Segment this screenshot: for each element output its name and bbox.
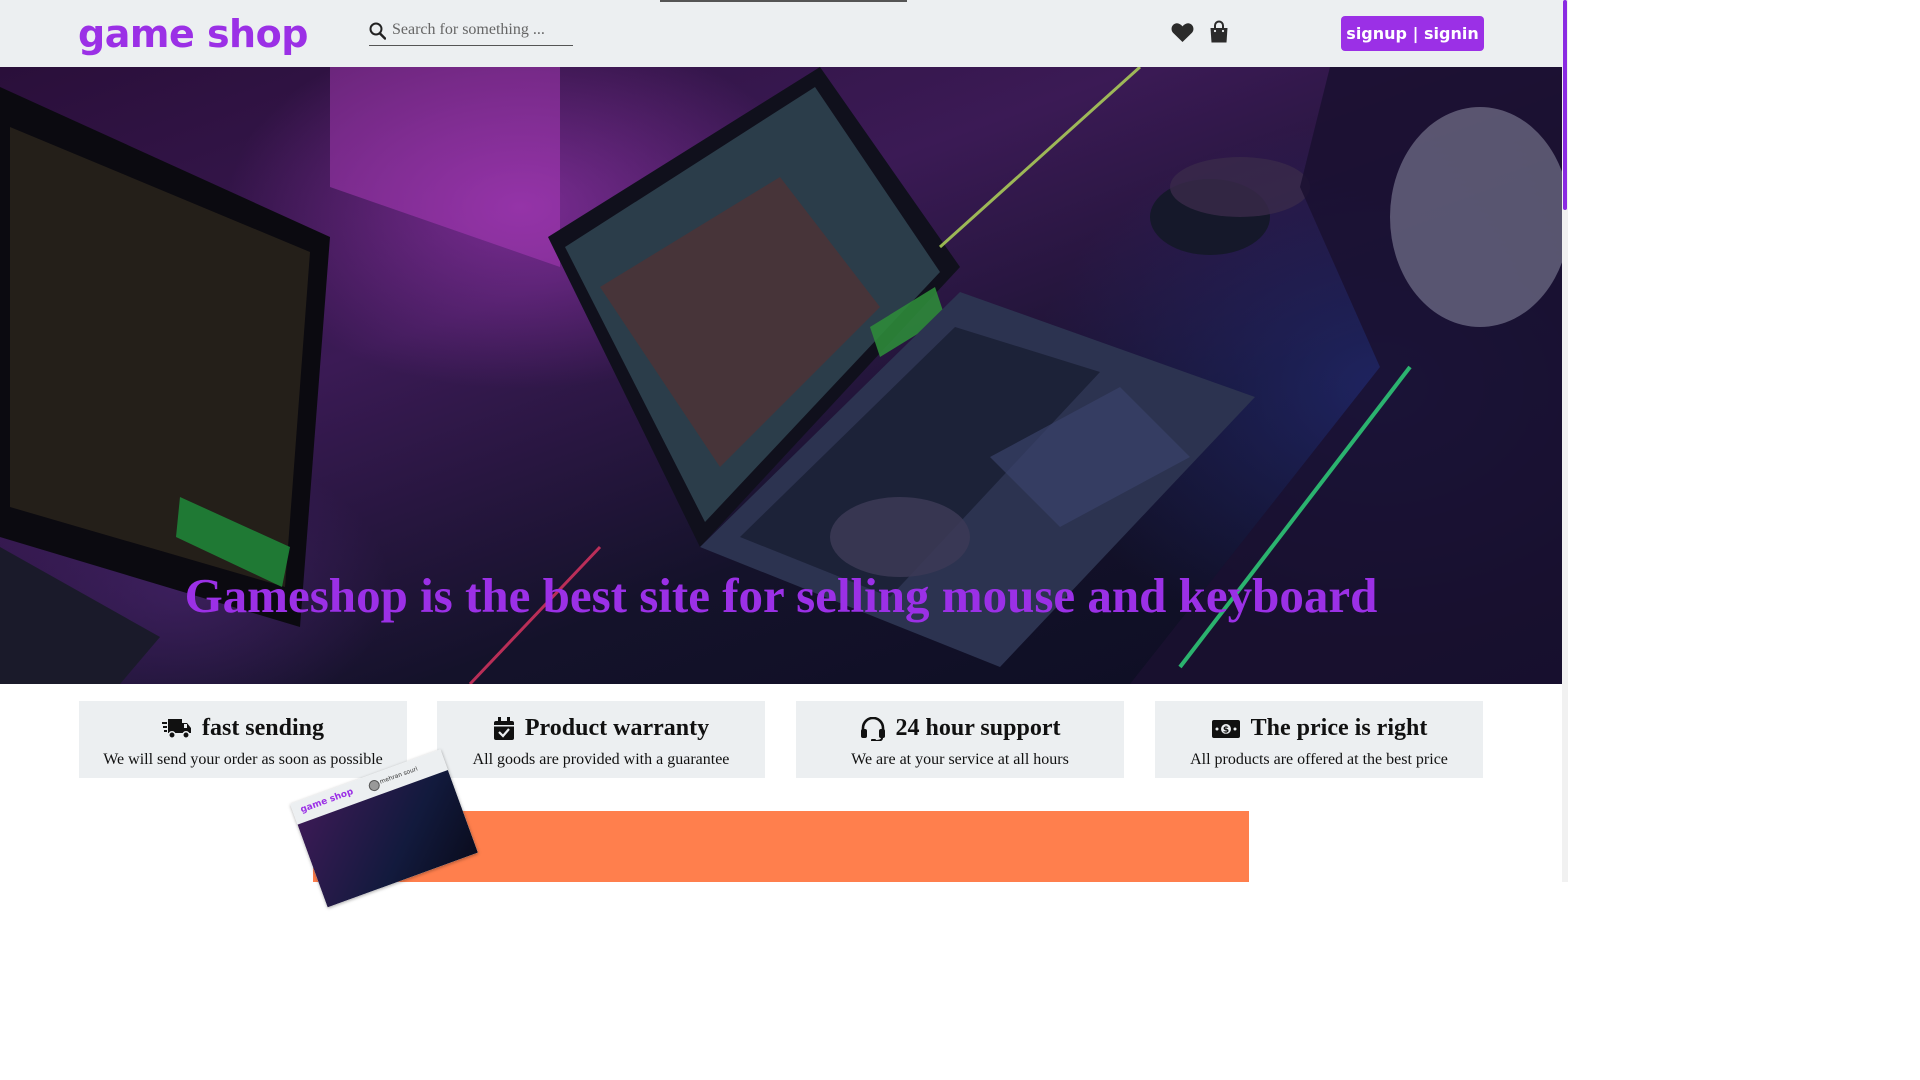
vertical-scrollbar[interactable] [1562,0,1568,882]
feature-title: Product warranty [524,715,710,741]
feature-title: 24 hour support [895,715,1061,741]
feature-card-fast-sending: fast sending We will send your order as … [79,701,407,778]
headset-icon [860,716,885,741]
feature-title: The price is right [1250,715,1428,741]
feature-card-product-warranty: Product warranty All goods are provided … [437,701,765,778]
feature-description: We will send your order as soon as possi… [103,751,383,768]
feature-description: All goods are provided with a guarantee [472,751,730,768]
hero-headline: Gameshop is the best site for selling mo… [184,568,1378,623]
hero-banner: Gameshop is the best site for selling mo… [0,67,1562,684]
top-navbar: game shop signup | signin [0,0,1562,67]
svg-text:$: $ [1223,725,1229,735]
signup-signin-button[interactable]: signup | signin [1341,16,1484,51]
feature-description: All products are offered at the best pri… [1190,751,1448,768]
money-bill-icon: $ [1211,719,1240,738]
search-input[interactable] [390,20,574,40]
site-logo[interactable]: game shop [78,12,308,56]
truck-icon [161,718,191,739]
calendar-check-icon [493,716,514,740]
heart-icon[interactable] [1171,22,1194,43]
feature-card-price: $ The price is right All products are of… [1155,701,1483,778]
feature-card-24-hour-support: 24 hour support We are at your service a… [796,701,1124,778]
scrollbar-thumb[interactable] [1563,0,1567,210]
search-box [369,18,574,46]
shopping-bag-icon[interactable] [1209,20,1229,44]
search-icon[interactable] [369,22,386,40]
feature-title: fast sending [201,715,325,741]
feature-description: We are at your service at all hours [851,751,1069,768]
top-divider [660,0,907,2]
